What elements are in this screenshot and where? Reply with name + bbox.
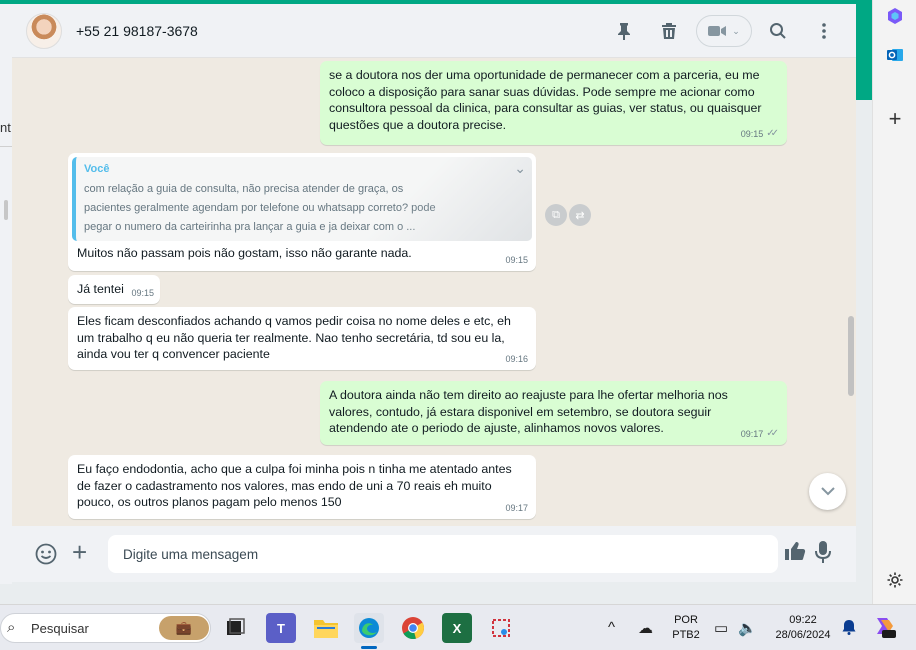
message-incoming[interactable]: Eles ficam desconfiados achando q vamos … bbox=[68, 307, 536, 370]
message-meta: 09:15 bbox=[131, 285, 154, 302]
message-meta: 09:15 bbox=[505, 252, 528, 269]
search-icon: ⌕ bbox=[7, 619, 16, 636]
emoji-icon[interactable] bbox=[34, 542, 58, 566]
message-incoming[interactable]: Você com relação a guia de consulta, não… bbox=[68, 153, 536, 271]
window-side-accent bbox=[856, 4, 872, 100]
message-time: 09:17 bbox=[740, 428, 764, 439]
settings-gear-icon[interactable] bbox=[884, 569, 906, 591]
snipping-tool-icon[interactable] bbox=[486, 613, 516, 643]
edge-browser-icon[interactable] bbox=[354, 613, 384, 643]
chrome-icon[interactable] bbox=[398, 613, 428, 643]
background-scrollbar[interactable] bbox=[4, 200, 8, 220]
clock-date: 28/06/2024 bbox=[775, 629, 831, 641]
copilot-icon[interactable] bbox=[884, 5, 906, 27]
attach-plus-icon[interactable]: + bbox=[72, 539, 87, 565]
background-window-edge: nt bbox=[0, 4, 12, 584]
excel-icon[interactable]: X bbox=[442, 613, 472, 643]
chat-header: +55 21 98187-3678 ⌄ bbox=[12, 4, 856, 58]
briefcase-icon: 💼 bbox=[159, 616, 209, 640]
read-ticks-icon: ✓✓ bbox=[766, 127, 779, 139]
display-icon[interactable]: ▭ bbox=[714, 619, 728, 637]
scrollbar-track[interactable] bbox=[847, 59, 856, 526]
whatsapp-window: +55 21 98187-3678 ⌄ se a doutora nos der… bbox=[12, 4, 856, 582]
delete-icon[interactable] bbox=[657, 19, 681, 43]
microphone-icon[interactable] bbox=[815, 540, 831, 566]
message-line: A doutora ainda não tem direito ao reaju… bbox=[329, 388, 728, 402]
taskbar-search[interactable]: ⌕ Pesquisar 💼 bbox=[0, 613, 211, 643]
active-app-indicator bbox=[361, 646, 377, 649]
quoted-message[interactable]: Você com relação a guia de consulta, não… bbox=[72, 157, 532, 241]
copy-icon[interactable]: ⧉ bbox=[545, 204, 567, 226]
message-line: de fazer o cadastramento nos valores, ma… bbox=[77, 478, 492, 493]
message-line: consultora pessoal da clinica, para cons… bbox=[329, 101, 762, 115]
message-meta: 09:17 ✓✓ bbox=[741, 426, 779, 443]
teams-icon[interactable]: T bbox=[266, 613, 296, 643]
search-icon[interactable] bbox=[766, 19, 790, 43]
message-time: 09:15 bbox=[740, 128, 764, 139]
message-composer: + bbox=[12, 526, 856, 582]
message-outgoing[interactable]: A doutora ainda não tem direito ao reaju… bbox=[320, 381, 787, 445]
contact-name[interactable]: +55 21 98187-3678 bbox=[76, 23, 198, 39]
message-line: Eu faço endodontia, acho que a culpa foi… bbox=[77, 462, 512, 476]
input-language-layout: PTB2 bbox=[672, 629, 700, 641]
browser-sidebar: + bbox=[872, 0, 916, 604]
background-window-text: nt bbox=[0, 120, 11, 135]
input-language[interactable]: POR PTB2 bbox=[668, 605, 704, 650]
thumbs-up-icon[interactable] bbox=[784, 541, 806, 567]
message-line: um trabalho q eu não queria ter realment… bbox=[77, 330, 505, 345]
chevron-down-icon bbox=[820, 487, 835, 496]
task-view-icon[interactable] bbox=[220, 613, 250, 643]
video-call-icon bbox=[708, 26, 727, 36]
video-call-button[interactable]: ⌄ bbox=[696, 15, 752, 47]
translate-icon[interactable]: ⇄ bbox=[569, 204, 591, 226]
message-line: atendendo ate o periodo de ajuste, alinh… bbox=[329, 421, 664, 435]
message-meta: 09:17 bbox=[505, 500, 528, 517]
volume-icon[interactable]: 🔈 bbox=[738, 619, 757, 637]
message-line: Muitos não passam pois não gostam, isso … bbox=[77, 246, 412, 260]
message-outgoing[interactable]: se a doutora nos der uma oportunidade de… bbox=[320, 61, 787, 145]
avatar[interactable] bbox=[26, 13, 62, 49]
message-line: pouco, os outros planos pagam pelo menos… bbox=[77, 495, 342, 509]
copilot-pre-icon[interactable] bbox=[872, 616, 896, 642]
message-list[interactable]: se a doutora nos der uma oportunidade de… bbox=[12, 59, 856, 526]
message-time: 09:16 bbox=[505, 353, 528, 364]
message-incoming[interactable]: Já tentei 09:15 bbox=[68, 275, 160, 304]
message-time: 09:15 bbox=[131, 287, 154, 298]
quote-fade bbox=[332, 157, 532, 241]
message-incoming[interactable]: Eu faço endodontia, acho que a culpa foi… bbox=[68, 455, 536, 519]
message-meta: 09:16 bbox=[505, 351, 528, 368]
taskbar-search-label: Pesquisar bbox=[31, 621, 89, 636]
message-line: questões que a doutora precise. bbox=[329, 117, 507, 132]
pin-icon[interactable] bbox=[612, 19, 636, 43]
scroll-to-bottom-button[interactable] bbox=[809, 473, 846, 510]
read-ticks-icon: ✓✓ bbox=[766, 427, 779, 439]
message-line: valores, contudo, já estara disponivel e… bbox=[329, 404, 712, 419]
message-line: Eles ficam desconfiados achando q vamos … bbox=[77, 314, 511, 328]
message-line: coloco a disposição para sanar suas dúvi… bbox=[329, 84, 755, 99]
message-side-tools: ⧉ ⇄ bbox=[545, 204, 591, 226]
scrollbar-thumb[interactable] bbox=[848, 316, 854, 396]
clock-time: 09:22 bbox=[789, 614, 817, 626]
message-time: 09:17 bbox=[505, 502, 528, 513]
file-explorer-icon[interactable] bbox=[311, 613, 341, 643]
chevron-down-icon[interactable]: ⌄ bbox=[514, 159, 526, 178]
cloud-offline-icon[interactable]: ☁ bbox=[638, 619, 653, 637]
taskbar: ⌕ Pesquisar 💼 T X ^ ☁ POR PTB2 ▭ 🔈 09:22… bbox=[0, 604, 916, 650]
message-input[interactable] bbox=[108, 535, 778, 573]
outlook-icon[interactable] bbox=[884, 44, 906, 66]
message-meta: 09:15 ✓✓ bbox=[741, 126, 779, 143]
message-time: 09:15 bbox=[505, 254, 528, 265]
chevron-up-icon[interactable]: ^ bbox=[608, 619, 615, 636]
menu-icon[interactable] bbox=[812, 19, 836, 43]
message-line: se a doutora nos der uma oportunidade de… bbox=[329, 68, 760, 82]
divider bbox=[0, 146, 12, 147]
clock[interactable]: 09:22 28/06/2024 bbox=[768, 605, 838, 650]
message-line: ainda vou ter q convencer paciente bbox=[77, 347, 270, 361]
add-sidebar-item-icon[interactable]: + bbox=[884, 106, 906, 131]
notification-bell-icon[interactable] bbox=[842, 619, 856, 639]
input-language-code: POR bbox=[674, 614, 698, 626]
chevron-down-icon: ⌄ bbox=[732, 25, 740, 36]
